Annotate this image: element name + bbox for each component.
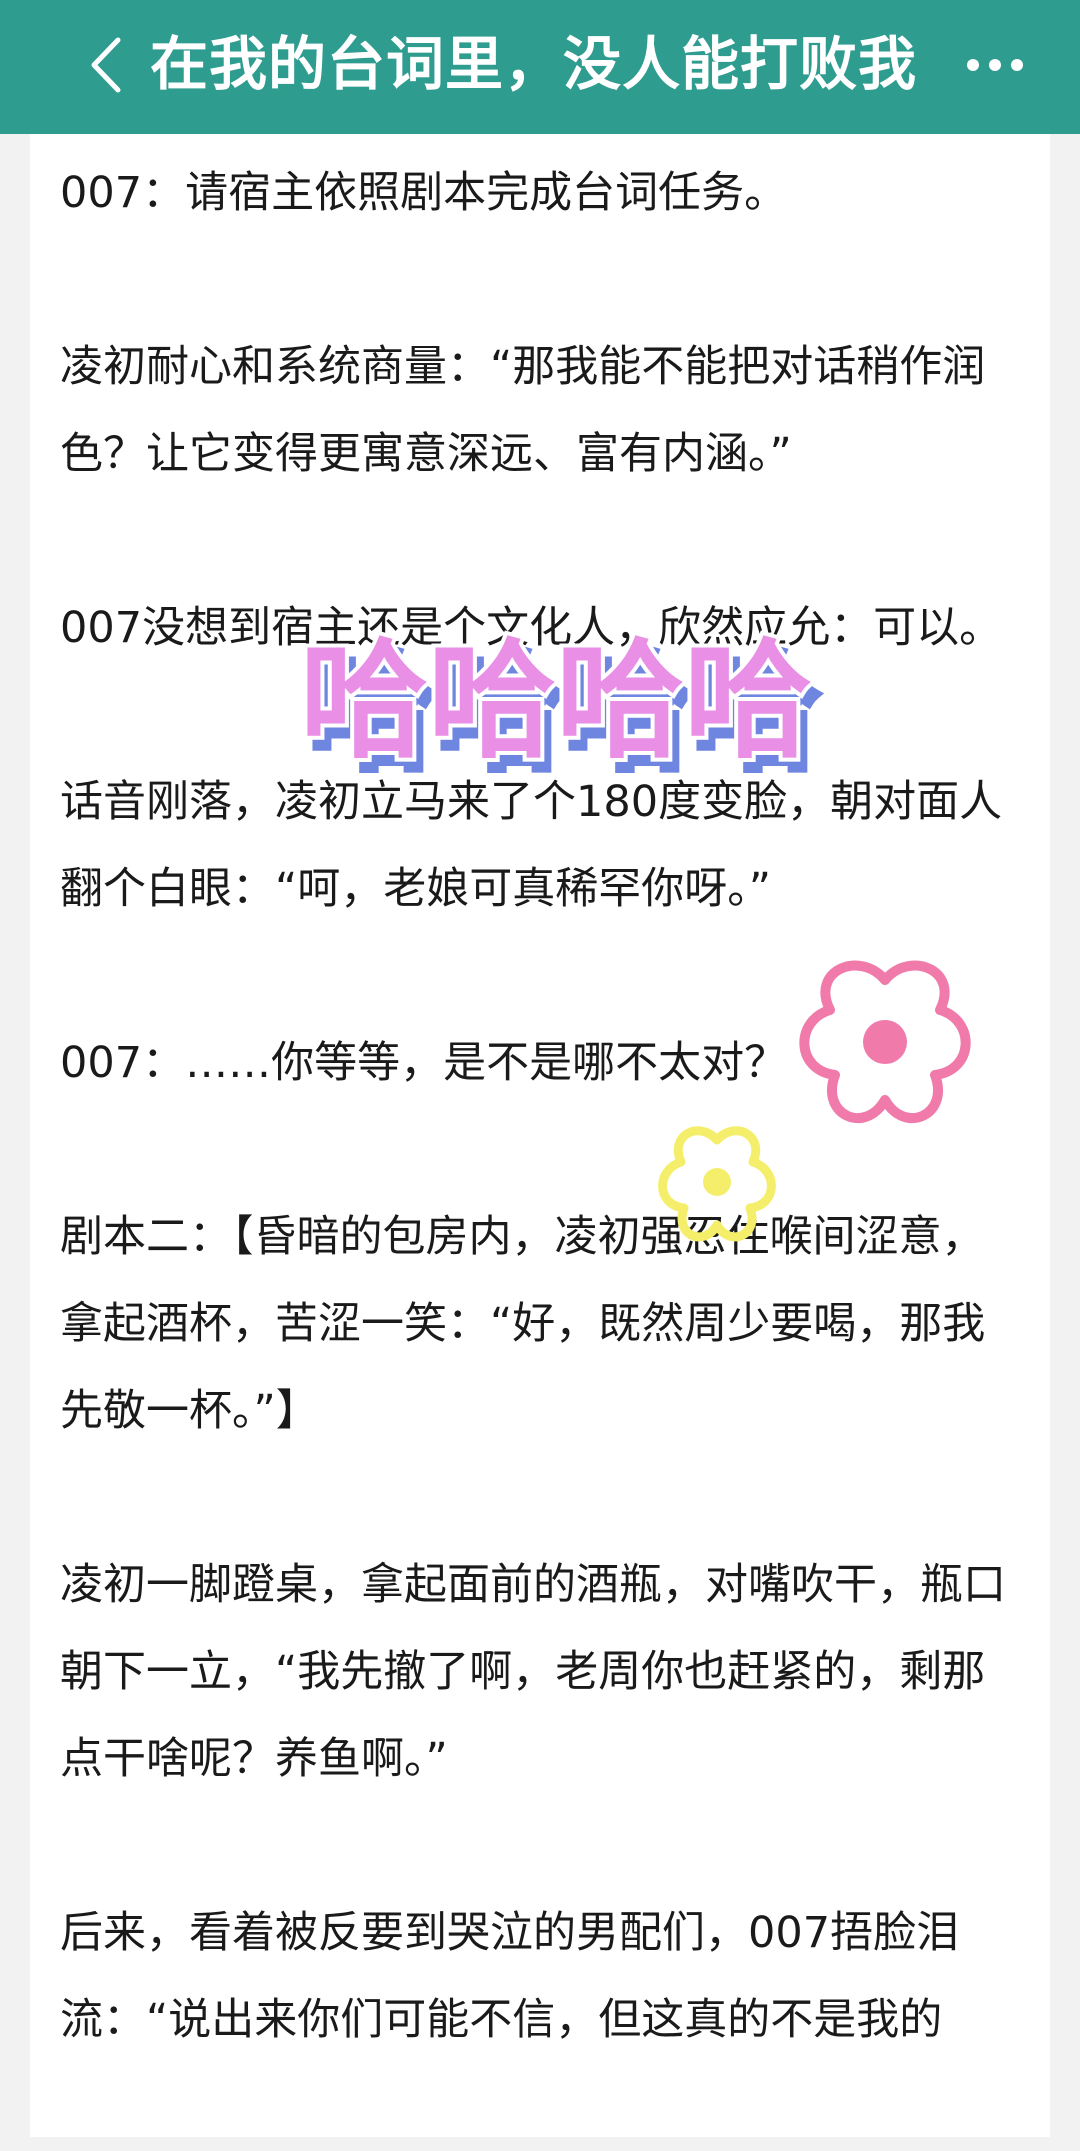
paragraph: 话音刚落，凌初立马来了个180度变脸，朝对面人翻个白眼：“呵，老娘可真稀罕你呀。… <box>60 777 1003 914</box>
page-title: 在我的台词里，没人能打败我 <box>150 30 918 98</box>
paragraph: 凌初耐心和系统商量：“那我能不能把对话稍作润色？让它变得更寓意深远、富有内涵。” <box>60 342 986 479</box>
paragraph: 凌初一脚蹬桌，拿起面前的酒瓶，对嘴吹干，瓶口朝下一立，“我先撤了啊，老周你也赶紧… <box>60 1560 1006 1784</box>
more-options-button[interactable] <box>960 40 1030 90</box>
paragraph: 后来，看着被反要到哭泣的男配们，007捂脸泪流：“说出来你们可能不信，但这真的不… <box>60 1908 960 2045</box>
paragraph: 007：请宿主依照剧本完成台词任务。 <box>60 168 788 218</box>
paragraph: 007没想到宿主还是个文化人，欣然应允：可以。 <box>60 603 1003 653</box>
chevron-left-icon <box>91 37 121 93</box>
top-navigation-bar: 在我的台词里，没人能打败我 <box>0 0 1080 134</box>
back-button[interactable] <box>78 30 138 100</box>
article-body: 007：请宿主依照剧本完成台词任务。 凌初耐心和系统商量：“那我能不能把对话稍作… <box>60 150 1020 2151</box>
paragraph: 剧本二：【昏暗的包房内，凌初强忍住喉间涩意，拿起酒杯，苦涩一笑：“好，既然周少要… <box>60 1212 986 1436</box>
paragraph: 007：……你等等，是不是哪不太对？ <box>60 1038 788 1088</box>
more-dots-icon <box>967 59 1023 71</box>
